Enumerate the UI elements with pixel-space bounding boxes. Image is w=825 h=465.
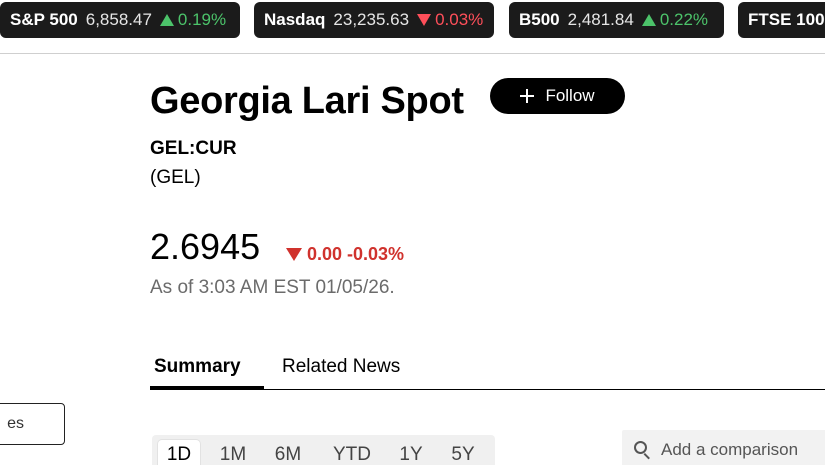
up-arrow-icon [159, 14, 174, 26]
range-1d[interactable]: 1D [158, 440, 200, 465]
ticker-name: FTSE 100 [748, 10, 825, 29]
down-arrow-icon [417, 14, 432, 26]
side-input[interactable]: es [0, 403, 65, 445]
active-tab-indicator [150, 386, 264, 390]
content-tabs: Summary Related News [150, 352, 825, 390]
ticker-change: 0.19% [177, 10, 227, 29]
ticker-nasdaq[interactable]: Nasdaq 23,235.63 0.03% [254, 2, 494, 38]
price-change-value: 0.00 -0.03% [307, 244, 405, 264]
down-arrow-icon [286, 248, 302, 261]
plus-icon [520, 89, 535, 103]
currency-code: (GEL) [150, 167, 201, 188]
side-input-text: es [7, 415, 24, 432]
page-title: Georgia Lari Spot [150, 80, 464, 122]
ticker-change: 0.22% [659, 10, 709, 29]
ticker-name: B500 [519, 10, 560, 29]
market-ticker-bar: S&P 500 6,858.47 0.19% Nasdaq 23,235.63 … [0, 0, 825, 54]
range-1m[interactable]: 1M [212, 440, 254, 465]
ticker-change: 0.03% [435, 10, 484, 29]
range-5y[interactable]: 5Y [442, 440, 484, 465]
comparison-search[interactable]: Add a comparison [622, 430, 825, 465]
current-price: 2.6945 [150, 226, 261, 267]
ticker-value: 2,481.84 [567, 10, 634, 29]
follow-button-label: Follow [545, 86, 595, 105]
search-icon [634, 441, 652, 460]
ticker-divider [0, 53, 825, 54]
range-selector: 1D 1M 6M YTD 1Y 5Y [152, 435, 495, 465]
comparison-placeholder: Add a comparison [661, 440, 799, 459]
ticker-symbol: GEL:CUR [150, 138, 237, 159]
ticker-name: Nasdaq [264, 10, 326, 29]
ticker-value: 6,858.47 [85, 10, 152, 29]
range-ytd[interactable]: YTD [327, 440, 377, 465]
as-of-timestamp: As of 3:03 AM EST 01/05/26. [150, 277, 395, 298]
ticker-value: 23,235.63 [333, 10, 410, 29]
ticker-sp500[interactable]: S&P 500 6,858.47 0.19% [0, 2, 240, 38]
ticker-b500[interactable]: B500 2,481.84 0.22% [509, 2, 724, 38]
tab-summary[interactable]: Summary [154, 356, 241, 378]
up-arrow-icon [641, 14, 656, 26]
price-change: 0.00 -0.03% [286, 244, 404, 265]
range-1y[interactable]: 1Y [390, 440, 432, 465]
tab-related-news[interactable]: Related News [282, 356, 400, 378]
ticker-ftse100[interactable]: FTSE 100 [738, 2, 825, 38]
range-6m[interactable]: 6M [267, 440, 309, 465]
follow-button[interactable]: Follow [490, 78, 625, 114]
ticker-name: S&P 500 [10, 10, 78, 29]
